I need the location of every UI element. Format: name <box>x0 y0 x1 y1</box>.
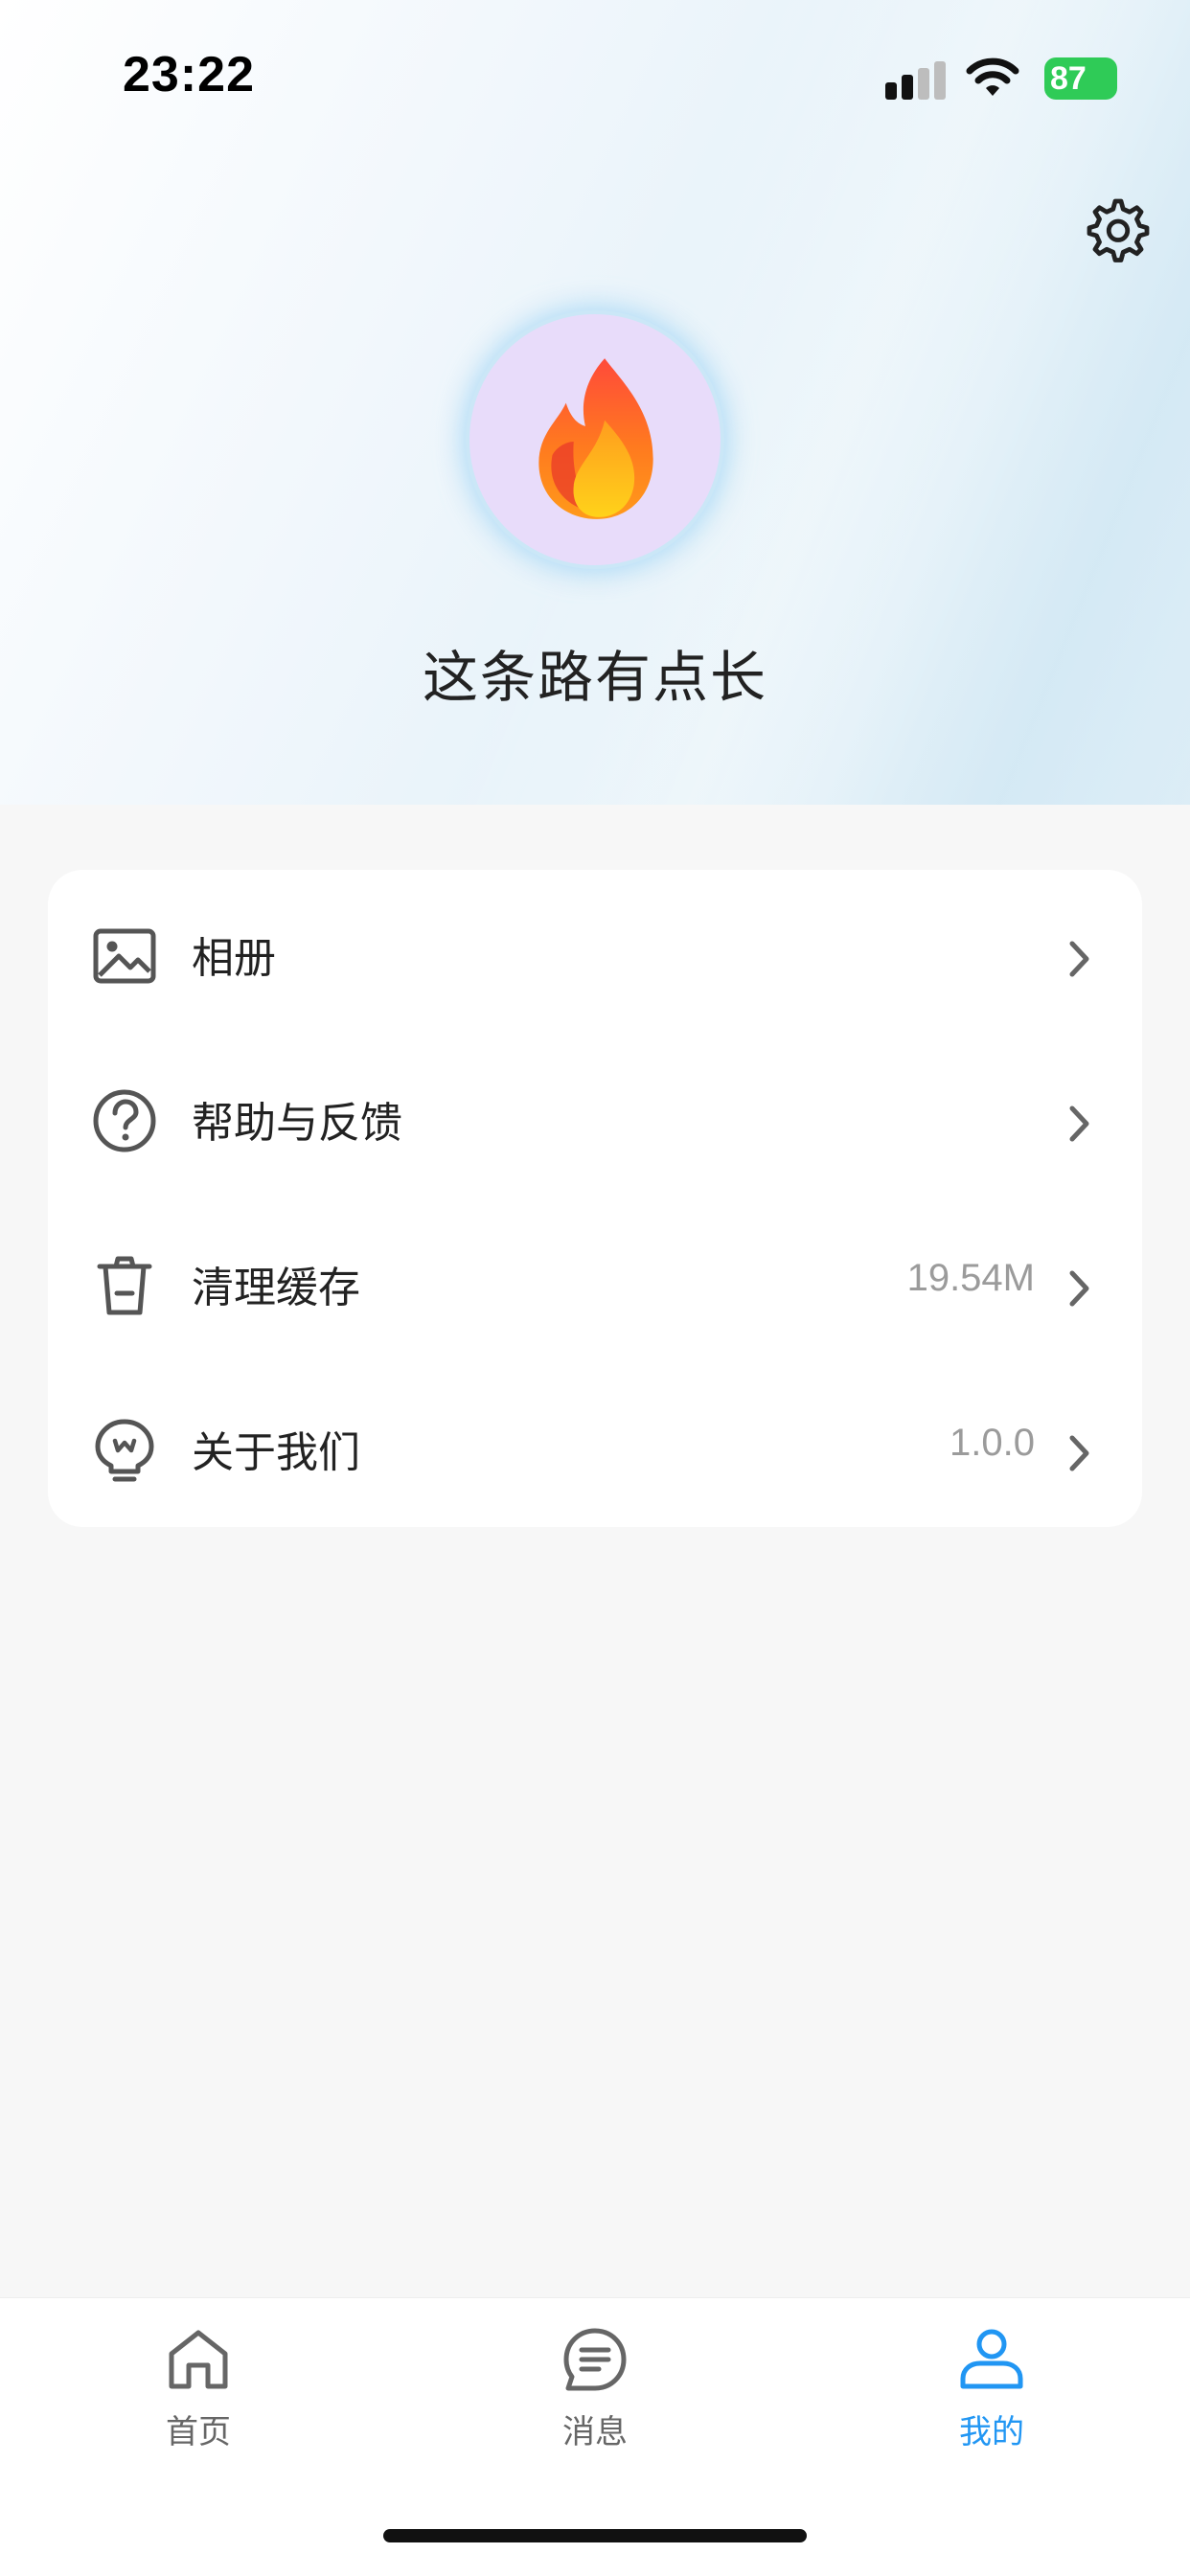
tab-label: 首页 <box>166 2413 231 2451</box>
home-icon <box>169 2330 228 2389</box>
tab-messages[interactable]: 消息 <box>518 2325 672 2451</box>
menu-item-about-us[interactable]: 关于我们 1.0.0 <box>48 1364 1142 1529</box>
menu-item-help-feedback[interactable]: 帮助与反馈 <box>48 1035 1142 1199</box>
battery-level: 87 <box>1050 60 1087 97</box>
menu-item-label: 相册 <box>192 934 276 983</box>
app-version-value: 1.0.0 <box>950 1422 1035 1464</box>
user-icon <box>960 2329 1023 2389</box>
menu-item-clear-cache[interactable]: 清理缓存 19.54M <box>48 1199 1142 1364</box>
signal-icon <box>885 61 946 100</box>
tab-home[interactable]: 首页 <box>122 2325 275 2451</box>
cache-size-value: 19.54M <box>906 1257 1035 1299</box>
menu-item-label: 关于我们 <box>192 1428 360 1477</box>
menu-item-label: 清理缓存 <box>192 1264 360 1312</box>
bulb-icon <box>95 1419 154 1482</box>
battery-charging-icon: 87 <box>1044 57 1117 100</box>
tab-label: 消息 <box>562 2413 628 2451</box>
trash-icon <box>97 1256 152 1315</box>
gear-icon[interactable] <box>1081 195 1150 264</box>
tab-label: 我的 <box>959 2413 1024 2451</box>
status-time: 23:22 <box>123 47 255 103</box>
flame-icon <box>538 358 653 519</box>
image-icon <box>93 928 156 984</box>
menu-item-album[interactable]: 相册 <box>48 870 1142 1035</box>
wifi-icon <box>966 57 1019 96</box>
chevron-right-icon <box>1069 1435 1089 1471</box>
menu-card: 相册 帮助与反馈 清理缓存 19.54M 关于我们 1.0.0 <box>48 870 1142 1527</box>
menu-item-label: 帮助与反馈 <box>192 1099 402 1148</box>
help-circle-icon <box>93 1089 156 1152</box>
message-icon <box>563 2328 627 2391</box>
chevron-right-icon <box>1069 1270 1089 1307</box>
chevron-right-icon <box>1069 1106 1089 1142</box>
avatar[interactable] <box>469 314 721 565</box>
home-indicator[interactable] <box>383 2529 807 2542</box>
username: 这条路有点长 <box>422 645 767 710</box>
tab-mine[interactable]: 我的 <box>915 2325 1068 2451</box>
chevron-right-icon <box>1069 941 1089 977</box>
